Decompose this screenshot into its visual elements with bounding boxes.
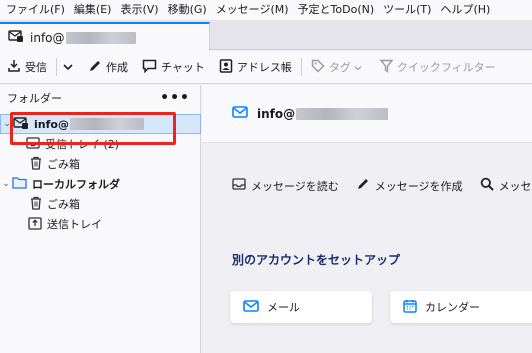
address-book-label: アドレス帳 [236,61,292,74]
inbox-icon [232,178,251,193]
inbox-label: 受信トレイ (2) [45,138,120,151]
collapse-twisty-icon[interactable]: ⌄ [0,179,12,189]
menu-view[interactable]: 表示(V) [114,0,161,20]
folder-pane-title: フォルダー [7,92,62,105]
menu-go[interactable]: 移動(G) [162,0,210,20]
folder-pane-header: フォルダー ••• [0,85,200,111]
menu-events-tasks[interactable]: 予定とToDo(N) [292,0,378,20]
setup-calendar-label: カレンダー [425,301,480,314]
main-toolbar: 受信 作成 チャット アドレス帳 タグ クイックフィルター [0,51,532,84]
read-messages-button[interactable]: メッセージを読む [232,178,339,194]
compose-button[interactable]: 作成 [81,55,135,79]
account-header: info@ [202,85,532,143]
compose-label: 作成 [106,61,128,74]
menu-tools[interactable]: ツール(T) [377,0,434,20]
redacted-email [69,118,144,130]
menu-help[interactable]: ヘルプ(H) [434,0,493,20]
mail-lock-icon [13,116,34,133]
pencil-icon [88,59,106,76]
get-messages-button[interactable]: 受信 [0,55,54,79]
folder-local-trash[interactable]: ごみ箱 [0,194,201,214]
inbox-icon [26,136,45,152]
toolbar-separator [56,58,57,76]
read-messages-label: メッセージを読む [251,179,339,193]
account-central-pane: info@ メッセージを読む メッセージを作成 メッセ 別のアカウントをセットア… [202,85,532,353]
download-icon [7,59,25,76]
account-actions: メッセージを読む メッセージを作成 メッセ [232,177,532,194]
folder-inbox[interactable]: 受信トレイ (2) [0,134,201,154]
more-options-icon[interactable]: ••• [160,91,190,105]
quick-filter-label: クイックフィルター [396,61,496,74]
get-messages-dropdown[interactable] [59,55,81,79]
chat-icon [142,59,161,76]
chevron-down-icon [63,61,77,74]
account-title-text: info@ [257,106,296,121]
setup-email-label: メール [267,301,300,314]
setup-calendar-card[interactable]: カレンダー [390,291,532,323]
chevron-down-icon [354,61,366,74]
collapse-twisty-icon[interactable]: ⌄ [1,119,13,129]
write-message-button[interactable]: メッセージを作成 [356,177,463,194]
folder-pane: フォルダー ••• ⌄ info@ 受信トレイ (2) ごみ箱 ⌄ ローカルフォ… [0,85,201,353]
setup-another-account-heading: 別のアカウントをセットアップ [232,253,401,267]
address-book-button[interactable]: アドレス帳 [212,55,299,79]
pencil-icon [356,177,375,194]
setup-email-card[interactable]: メール [230,291,372,323]
search-icon [480,177,499,194]
folder-icon [12,176,32,192]
calendar-icon [403,299,425,316]
folder-trash[interactable]: ごみ箱 [0,154,201,174]
mail-icon [243,299,267,315]
tag-icon [311,59,329,76]
folder-account[interactable]: ⌄ info@ [0,114,201,134]
menu-bar: ファイル(F) 編集(E) 表示(V) 移動(G) メッセージ(M) 予定とTo… [0,0,532,20]
folder-outbox[interactable]: 送信トレイ [0,214,201,234]
chat-label: チャット [161,61,205,74]
outbox-label: 送信トレイ [47,218,102,231]
address-book-icon [219,58,237,76]
trash-label: ごみ箱 [47,158,80,171]
local-trash-label: ごみ箱 [47,198,80,211]
quick-filter-button[interactable]: クイックフィルター [373,55,503,79]
outbox-icon [28,216,47,233]
menu-file[interactable]: ファイル(F) [0,0,68,20]
mail-lock-icon [8,29,24,46]
search-messages-label: メッセ [498,179,532,193]
chat-button[interactable]: チャット [135,55,212,79]
tag-button[interactable]: タグ [304,55,373,79]
mail-icon [232,106,248,121]
trash-icon [30,196,47,213]
toolbar-separator [300,58,302,76]
trash-icon [30,156,47,173]
local-folders-label: ローカルフォルダ [32,178,120,191]
redacted-email [296,107,389,120]
account-title: info@ [257,106,389,121]
redacted-email [65,31,136,44]
write-message-label: メッセージを作成 [374,179,463,193]
tag-label: タグ [328,61,351,74]
tab-account[interactable]: info@ [0,22,210,51]
tab-strip: info@ [0,20,532,51]
search-messages-button[interactable]: メッセ [480,177,532,194]
get-messages-label: 受信 [25,61,47,74]
account-name: info@ [34,117,69,131]
folder-local[interactable]: ⌄ ローカルフォルダ [0,174,201,194]
filter-icon [379,59,397,76]
menu-message[interactable]: メッセージ(M) [210,0,292,20]
menu-edit[interactable]: 編集(E) [68,0,115,20]
tab-label: info@ [30,30,65,45]
